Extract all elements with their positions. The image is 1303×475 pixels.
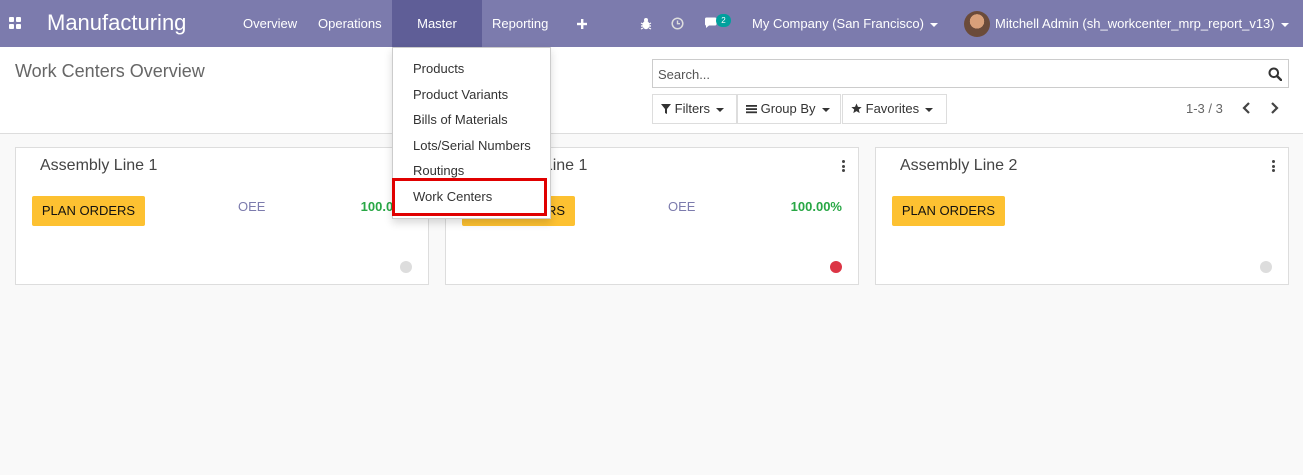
pager-value[interactable]: 1-3 / 3 (1186, 101, 1223, 116)
menu-item-bills-of-materials[interactable]: Bills of Materials (413, 112, 508, 127)
oee-label: OEE (668, 199, 696, 214)
caret-down-icon (929, 22, 938, 27)
search-input[interactable] (658, 65, 1248, 83)
favorites-button[interactable]: Favorites (842, 94, 947, 124)
workcenter-card[interactable]: Assembly Line 2 PLAN ORDERS (875, 147, 1289, 285)
caret-down-icon (1280, 22, 1289, 27)
plan-orders-button[interactable]: PLAN ORDERS (32, 196, 145, 226)
oee-label: OEE (238, 199, 266, 214)
caret-down-icon (821, 107, 830, 112)
menu-item-product-variants[interactable]: Product Variants (413, 87, 508, 102)
plus-icon[interactable] (576, 18, 588, 30)
workcenter-card[interactable]: Assembly Line 1 PLAN ORDERS OEE 100.00% (15, 147, 429, 285)
status-dot (830, 261, 842, 273)
highlight-box (392, 178, 547, 216)
star-icon (851, 103, 862, 114)
favorites-label: Favorites (865, 101, 920, 116)
list-icon (746, 105, 757, 114)
menu-item-lots-serial-numbers[interactable]: Lots/Serial Numbers (413, 138, 531, 153)
menu-reporting[interactable]: Reporting (482, 0, 558, 47)
filter-icon (661, 104, 671, 114)
card-title[interactable]: Assembly Line 1 (40, 157, 157, 175)
message-count-badge: 2 (716, 14, 731, 27)
chevron-left-icon[interactable] (1240, 101, 1254, 115)
filters-button[interactable]: Filters (652, 94, 737, 124)
search-icon[interactable] (1268, 67, 1282, 81)
chevron-right-icon[interactable] (1267, 101, 1281, 115)
apps-menu-icon[interactable] (9, 17, 22, 30)
card-title[interactable]: Assembly Line 2 (900, 157, 1017, 175)
user-name: Mitchell Admin (sh_workcenter_mrp_report… (995, 16, 1275, 31)
caret-down-icon (925, 107, 934, 112)
menu-item-products[interactable]: Products (413, 61, 464, 76)
card-menu-icon[interactable] (1272, 160, 1276, 172)
plan-orders-button[interactable]: PLAN ORDERS (892, 196, 1005, 226)
caret-down-icon (716, 107, 725, 112)
user-avatar[interactable] (964, 11, 990, 37)
app-name[interactable]: Manufacturing (47, 10, 186, 36)
filters-label: Filters (674, 101, 711, 116)
menu-overview[interactable]: Overview (233, 0, 307, 47)
page-title: Work Centers Overview (15, 61, 205, 81)
group-by-label: Group By (760, 101, 816, 116)
status-dot (400, 261, 412, 273)
oee-value[interactable]: 100.00% (791, 199, 842, 214)
control-panel: Work Centers Overview Filters Group By F… (0, 47, 1303, 134)
top-navbar: Manufacturing Overview Operations Master… (0, 0, 1303, 78)
menu-master-data[interactable]: Master Data (392, 0, 482, 78)
menu-item-routings[interactable]: Routings (413, 163, 464, 178)
bug-icon[interactable] (640, 17, 652, 30)
group-by-button[interactable]: Group By (737, 94, 841, 124)
company-switcher[interactable]: My Company (San Francisco) (752, 0, 938, 47)
status-dot (1260, 261, 1272, 273)
company-name: My Company (San Francisco) (752, 16, 924, 31)
user-menu[interactable]: Mitchell Admin (sh_workcenter_mrp_report… (995, 0, 1289, 47)
search-box[interactable] (652, 59, 1289, 88)
menu-operations[interactable]: Operations (308, 0, 392, 47)
card-menu-icon[interactable] (842, 160, 846, 172)
clock-icon[interactable] (671, 17, 684, 30)
